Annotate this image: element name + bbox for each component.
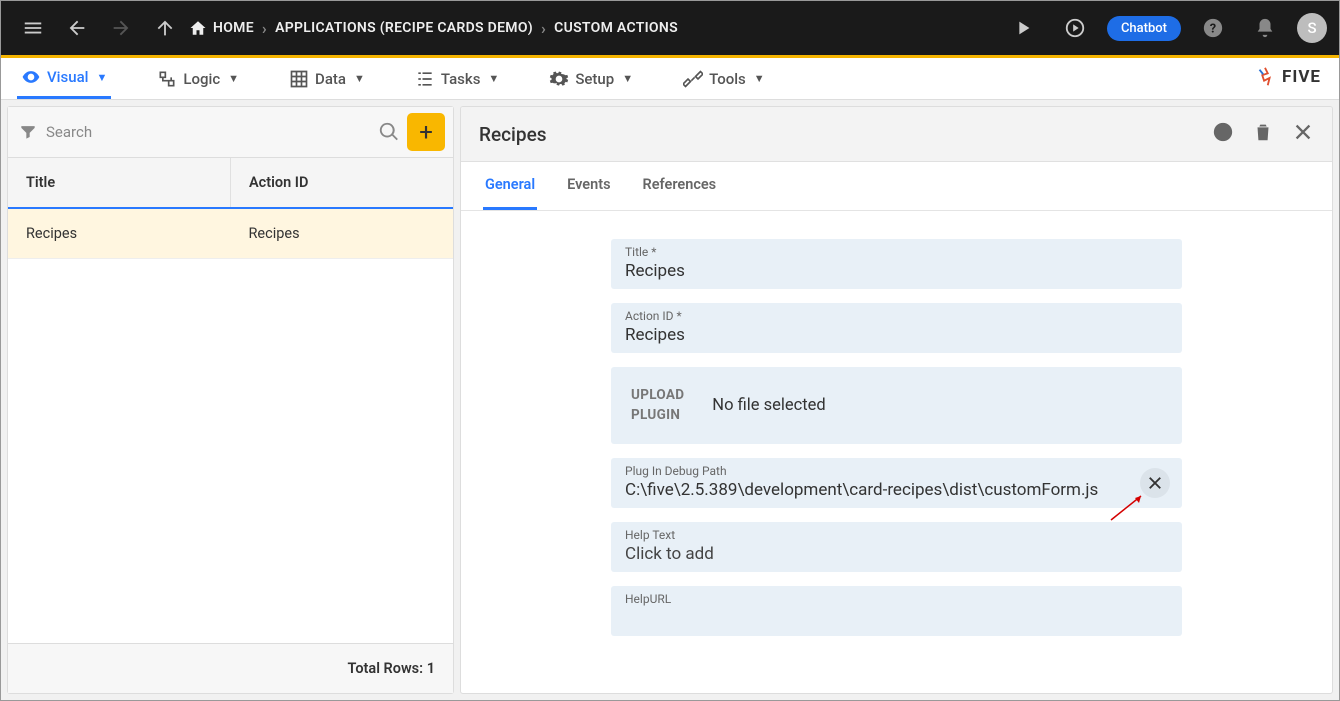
help-text-field[interactable]: Help Text Click to add [611, 522, 1182, 572]
col-title[interactable]: Title [8, 158, 231, 207]
chevron-right-icon: › [262, 19, 267, 38]
chevron-down-icon: ▼ [354, 72, 365, 85]
avatar[interactable]: S [1297, 13, 1327, 43]
menu-tasks[interactable]: Tasks▼ [411, 58, 503, 99]
action-id-field[interactable]: Action ID * Recipes [611, 303, 1182, 353]
notifications-icon[interactable] [1245, 8, 1285, 48]
breadcrumb-current: CUSTOM ACTIONS [554, 20, 678, 36]
deploy-icon[interactable] [1055, 8, 1095, 48]
topbar: HOME › APPLICATIONS (RECIPE CARDS DEMO) … [1, 1, 1339, 55]
field-value: Recipes [625, 325, 1168, 345]
chevron-down-icon: ▼ [96, 71, 107, 84]
upload-label: UPLOAD PLUGIN [625, 385, 684, 426]
field-label: HelpURL [625, 592, 1168, 606]
field-label: Action ID * [625, 309, 1168, 323]
menu-setup[interactable]: Setup▼ [545, 58, 637, 99]
detail-header: Recipes [461, 107, 1332, 162]
footer-label: Total Rows: [348, 660, 424, 677]
chevron-down-icon: ▼ [228, 72, 239, 85]
cell-title: Recipes [8, 209, 231, 258]
chatbot-button[interactable]: Chatbot [1107, 16, 1181, 41]
chevron-down-icon: ▼ [754, 72, 765, 85]
col-action-id[interactable]: Action ID [231, 158, 453, 207]
breadcrumb: HOME › APPLICATIONS (RECIPE CARDS DEMO) … [189, 19, 678, 38]
upload-plugin-field[interactable]: UPLOAD PLUGIN No file selected [611, 367, 1182, 444]
history-icon[interactable] [1212, 121, 1234, 147]
search-icon[interactable] [377, 120, 401, 144]
back-icon[interactable] [57, 8, 97, 48]
table-row[interactable]: Recipes Recipes [8, 209, 453, 259]
main: + Title Action ID Recipes Recipes Total … [1, 100, 1339, 700]
help-icon[interactable]: ? [1193, 8, 1233, 48]
chevron-down-icon: ▼ [622, 72, 633, 85]
breadcrumb-home[interactable]: HOME [189, 19, 254, 37]
play-icon[interactable] [1003, 8, 1043, 48]
topbar-right: Chatbot ? S [1003, 8, 1327, 48]
tab-references[interactable]: References [641, 162, 719, 210]
svg-text:?: ? [1210, 22, 1216, 37]
menubar: Visual▼ Logic▼ Data▼ Tasks▼ Setup▼ Tools… [1, 58, 1339, 100]
form-area: Title * Recipes Action ID * Recipes UPLO… [461, 211, 1332, 693]
field-label: Title * [625, 245, 1168, 259]
cell-action-id: Recipes [231, 209, 454, 258]
up-icon[interactable] [145, 8, 185, 48]
menu-tools[interactable]: Tools▼ [679, 58, 769, 99]
footer-count: 1 [427, 660, 435, 677]
search-row: + [8, 107, 453, 157]
list-footer: Total Rows: 1 [8, 643, 453, 693]
debug-path-field[interactable]: Plug In Debug Path C:\five\2.5.389\devel… [611, 458, 1182, 508]
menu-logic[interactable]: Logic▼ [153, 58, 243, 99]
add-button[interactable]: + [407, 113, 445, 151]
topbar-left: HOME › APPLICATIONS (RECIPE CARDS DEMO) … [13, 8, 678, 48]
forward-icon [101, 8, 141, 48]
list-header: Title Action ID [8, 157, 453, 209]
field-label: Help Text [625, 528, 1168, 542]
list-panel: + Title Action ID Recipes Recipes Total … [7, 106, 454, 694]
upload-value: No file selected [712, 396, 825, 415]
detail-header-actions [1212, 121, 1314, 147]
menu-visual[interactable]: Visual▼ [17, 58, 111, 99]
title-field[interactable]: Title * Recipes [611, 239, 1182, 289]
tab-events[interactable]: Events [565, 162, 612, 210]
detail-tabs: General Events References [461, 162, 1332, 211]
breadcrumb-applications[interactable]: APPLICATIONS (RECIPE CARDS DEMO) [275, 20, 533, 36]
field-label: Plug In Debug Path [625, 464, 1132, 478]
menu-data[interactable]: Data▼ [285, 58, 369, 99]
field-value: Click to add [625, 544, 1168, 564]
detail-panel: Recipes General Events References Title … [460, 106, 1333, 694]
list-body: Recipes Recipes [8, 209, 453, 643]
clear-icon[interactable] [1140, 468, 1170, 498]
brand-logo: FIVE [1254, 66, 1321, 88]
hamburger-icon[interactable] [13, 8, 53, 48]
filter-icon[interactable] [16, 120, 40, 144]
search-input[interactable] [46, 123, 371, 141]
tab-general[interactable]: General [483, 162, 537, 210]
close-icon[interactable] [1292, 121, 1314, 147]
field-value: Recipes [625, 261, 1168, 281]
field-value: C:\five\2.5.389\development\card-recipes… [625, 480, 1132, 500]
page-title: Recipes [479, 123, 547, 146]
chevron-right-icon: › [541, 19, 546, 38]
chevron-down-icon: ▼ [488, 72, 499, 85]
help-url-field[interactable]: HelpURL [611, 586, 1182, 636]
delete-icon[interactable] [1252, 121, 1274, 147]
